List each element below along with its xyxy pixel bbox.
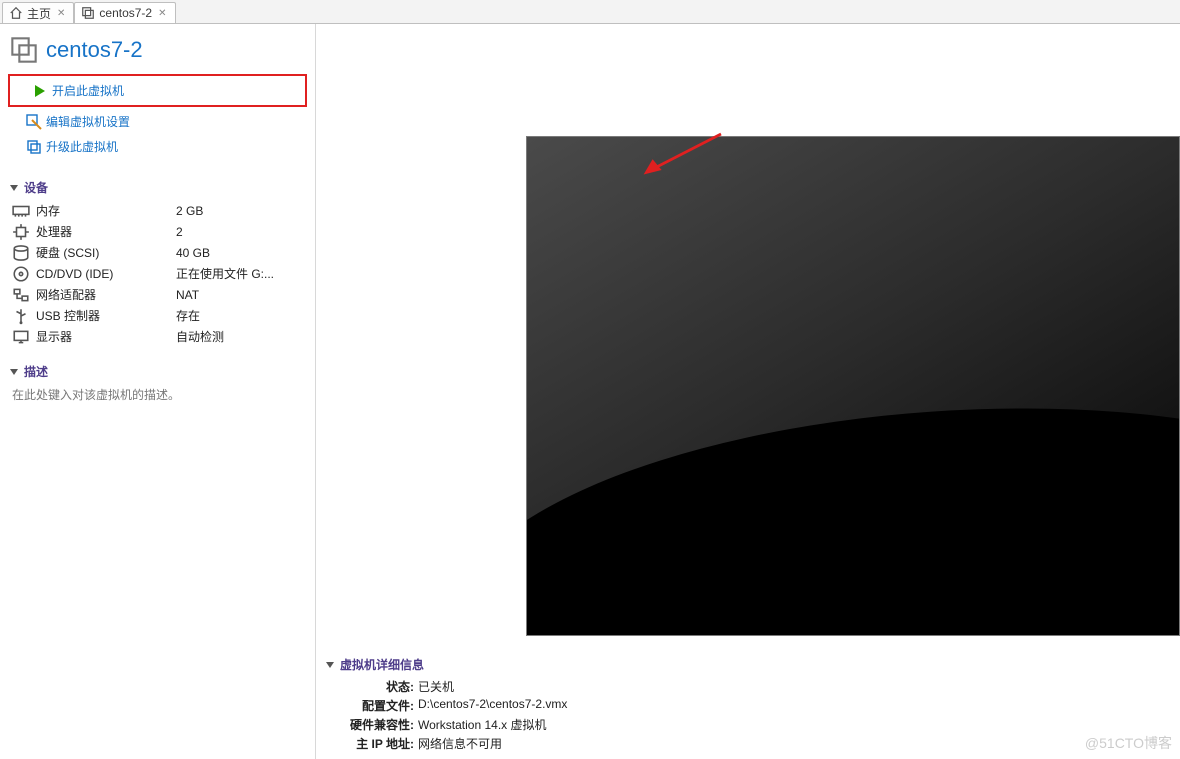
upgrade-vm-link[interactable]: 升级此虚拟机 — [4, 134, 311, 159]
tab-home[interactable]: 主页 ✕ — [2, 2, 74, 23]
annotation-highlight: 开启此虚拟机 — [8, 74, 307, 107]
description-section: 描述 在此处键入对该虚拟机的描述。 — [0, 349, 315, 411]
edit-settings-link[interactable]: 编辑虚拟机设置 — [4, 109, 311, 134]
device-row-disk[interactable]: 硬盘 (SCSI) 40 GB — [12, 242, 305, 263]
device-row-memory[interactable]: 内存 2 GB — [12, 200, 305, 221]
devices-list: 内存 2 GB 处理器 2 硬盘 (SCSI) 40 GB CD/DVD (ID… — [10, 200, 305, 347]
device-row-usb[interactable]: USB 控制器 存在 — [12, 305, 305, 326]
upgrade-vm-icon — [26, 139, 42, 155]
edit-vm-icon — [26, 114, 42, 130]
tab-vm-label: centos7-2 — [99, 6, 152, 20]
cd-icon — [12, 265, 30, 283]
power-on-vm-link[interactable]: 开启此虚拟机 — [10, 78, 305, 103]
details-header[interactable]: 虚拟机详细信息 — [326, 652, 1180, 677]
tab-home-label: 主页 — [27, 5, 51, 22]
display-icon — [12, 328, 30, 346]
description-header[interactable]: 描述 — [10, 355, 305, 384]
close-icon[interactable]: ✕ — [57, 8, 65, 19]
memory-icon — [12, 202, 30, 220]
home-icon — [9, 6, 23, 20]
upgrade-label: 升级此虚拟机 — [46, 138, 118, 155]
network-icon — [12, 286, 30, 304]
chevron-down-icon — [326, 662, 334, 668]
devices-header[interactable]: 设备 — [10, 171, 305, 200]
device-row-net[interactable]: 网络适配器 NAT — [12, 284, 305, 305]
chevron-down-icon — [10, 369, 18, 375]
vm-details-block: 虚拟机详细信息 状态: 已关机 配置文件: D:\centos7-2\cento… — [326, 652, 1180, 753]
cpu-icon — [12, 223, 30, 241]
edit-settings-label: 编辑虚拟机设置 — [46, 113, 130, 130]
detail-state: 状态: 已关机 — [326, 677, 1180, 696]
devices-section: 设备 内存 2 GB 处理器 2 硬盘 (SCSI) 40 GB — [0, 165, 315, 349]
tab-vm[interactable]: centos7-2 ✕ — [74, 2, 175, 23]
detail-compat: 硬件兼容性: Workstation 14.x 虚拟机 — [326, 715, 1180, 734]
vm-icon — [10, 36, 38, 64]
description-placeholder[interactable]: 在此处键入对该虚拟机的描述。 — [10, 384, 305, 409]
device-row-cpu[interactable]: 处理器 2 — [12, 221, 305, 242]
detail-ip: 主 IP 地址: 网络信息不可用 — [326, 734, 1180, 753]
vm-icon — [81, 6, 95, 20]
detail-config: 配置文件: D:\centos7-2\centos7-2.vmx — [326, 696, 1180, 715]
device-row-display[interactable]: 显示器 自动检测 — [12, 326, 305, 347]
actions-block: 开启此虚拟机 编辑虚拟机设置 升级此虚拟机 — [0, 74, 315, 165]
chevron-down-icon — [10, 185, 18, 191]
details-title: 虚拟机详细信息 — [340, 656, 424, 673]
vm-preview-screenshot[interactable] — [526, 136, 1180, 636]
play-icon — [32, 83, 48, 99]
usb-icon — [12, 307, 30, 325]
vm-title-row: centos7-2 — [0, 24, 315, 74]
description-title: 描述 — [24, 363, 48, 380]
close-icon[interactable]: ✕ — [158, 8, 166, 19]
devices-title: 设备 — [24, 179, 48, 196]
power-on-label: 开启此虚拟机 — [52, 82, 124, 99]
disk-icon — [12, 244, 30, 262]
left-panel: centos7-2 开启此虚拟机 编辑虚拟机设置 — [0, 24, 316, 759]
vm-title: centos7-2 — [46, 37, 143, 63]
doc-tab-bar: 主页 ✕ centos7-2 ✕ — [0, 0, 1180, 24]
right-panel: 虚拟机详细信息 状态: 已关机 配置文件: D:\centos7-2\cento… — [316, 24, 1180, 759]
device-row-cd[interactable]: CD/DVD (IDE) 正在使用文件 G:... — [12, 263, 305, 284]
